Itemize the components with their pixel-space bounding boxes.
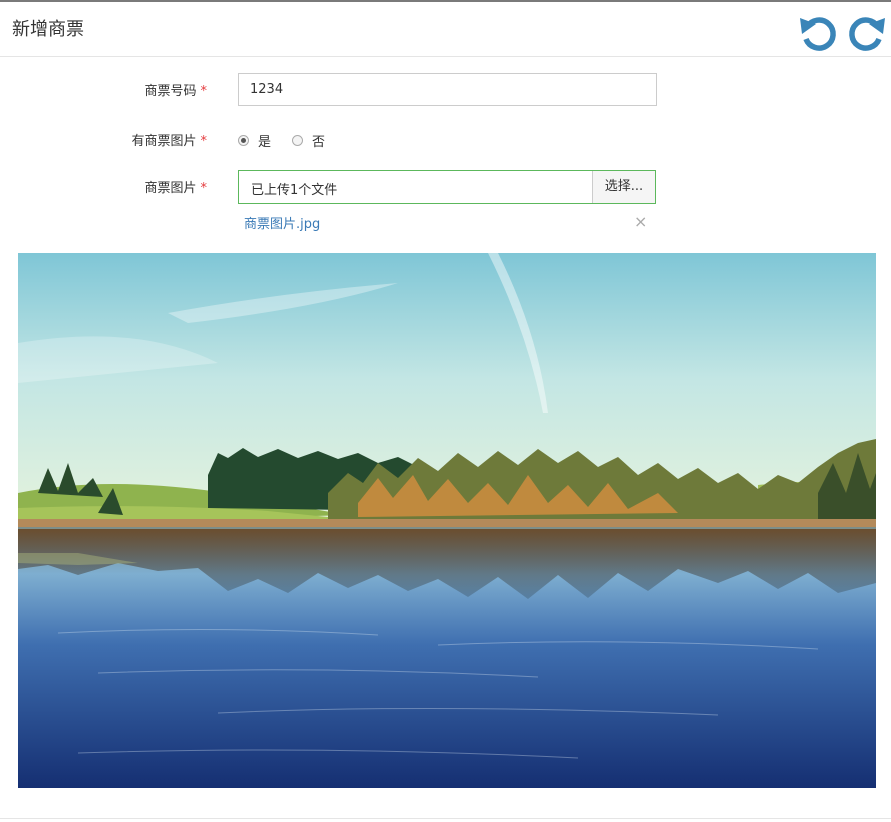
ticket-image-label-text: 商票图片 bbox=[144, 181, 197, 196]
undo-icon bbox=[800, 17, 836, 51]
file-upload-field[interactable]: 已上传1个文件 选择... bbox=[238, 170, 656, 204]
radio-yes-label: 是 bbox=[258, 134, 272, 150]
lake-landscape-photo bbox=[18, 253, 876, 788]
page-title: 新增商票 bbox=[12, 19, 84, 40]
redo-button[interactable] bbox=[847, 13, 887, 53]
choose-file-button[interactable]: 选择... bbox=[592, 171, 655, 203]
radio-yes-button[interactable] bbox=[238, 134, 249, 146]
radio-no-label: 否 bbox=[312, 134, 326, 150]
upload-status-text: 已上传1个文件 bbox=[251, 183, 338, 198]
remove-file-icon[interactable]: × bbox=[634, 214, 647, 230]
radio-yes[interactable]: 是 bbox=[238, 131, 272, 150]
required-mark: * bbox=[200, 84, 208, 99]
required-mark: * bbox=[200, 134, 208, 149]
undo-button[interactable] bbox=[798, 13, 838, 53]
required-mark: * bbox=[200, 181, 208, 196]
radio-no-button[interactable] bbox=[292, 134, 303, 146]
footer-divider bbox=[0, 818, 891, 819]
image-preview bbox=[18, 253, 876, 788]
uploaded-file-link[interactable]: 商票图片.jpg bbox=[244, 213, 320, 232]
radio-no[interactable]: 否 bbox=[292, 131, 326, 150]
has-image-label: 有商票图片 * bbox=[12, 130, 207, 149]
ticket-image-label: 商票图片 * bbox=[12, 177, 207, 196]
redo-icon bbox=[849, 17, 885, 51]
ticket-number-label-text: 商票号码 bbox=[144, 84, 197, 99]
ticket-number-input[interactable] bbox=[238, 73, 657, 106]
ticket-number-label: 商票号码 * bbox=[12, 80, 207, 99]
page-header: 新增商票 bbox=[0, 2, 891, 57]
has-image-label-text: 有商票图片 bbox=[131, 134, 197, 149]
